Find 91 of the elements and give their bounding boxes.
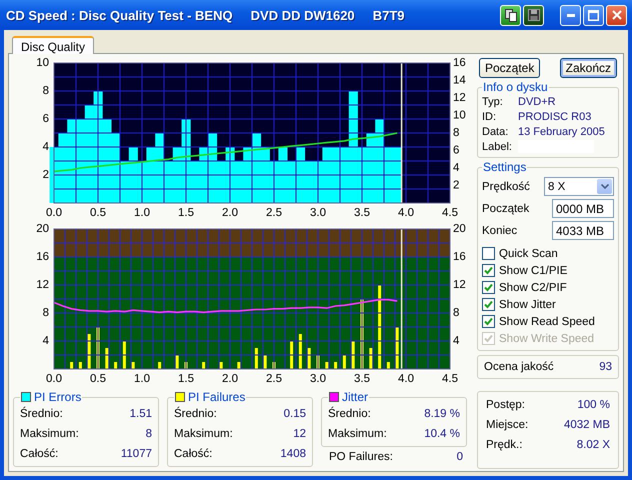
group-title: Info o dysku [482,80,549,94]
x-tick-label: 0.5 [90,373,106,384]
y2-tick-label: 14 [453,74,466,86]
stat-value: 1.51 [130,408,152,420]
x-tick-label: 0.5 [90,207,106,218]
option-label: Show Jitter [499,298,556,310]
stat-value: 1408 [280,448,306,460]
window-title: CD Speed : Disc Quality Test - BENQ DVD DD DW1620 B7T9 [6,8,406,22]
y-tick-label: 8 [42,85,49,97]
stat-label: Całość: [174,448,212,460]
y2-tick-label: 8 [453,307,460,319]
x-tick-label: 3.0 [310,373,326,384]
stat-value: 12 [293,428,306,440]
y-tick-label: 16 [36,251,49,263]
y2-tick-label: 2 [453,180,460,192]
y-tick-label: 2 [42,169,49,181]
stat-label: Maksimum: [174,428,233,440]
x-tick-label: 0.0 [46,373,62,384]
option-label: Show C1/PIE [499,264,568,276]
x-tick-label: 3.0 [310,207,326,218]
y2-tick-label: 10 [453,110,466,122]
field-label: Koniec [482,224,518,236]
stat-value: 0 [456,451,463,463]
x-tick-label: 1.0 [134,207,150,218]
stat-value: 8.19 % [424,408,460,420]
option-label: Show Write Speed [499,332,594,344]
stat-value: 100 % [577,399,610,411]
stat-label: Miejsce: [486,419,528,431]
x-tick-label: 3.5 [354,373,370,384]
info-label: ID: [482,110,498,122]
group-title: Settings [482,160,528,174]
y2-tick-label: 16 [453,57,466,69]
y-tick-label: 4 [42,141,49,153]
x-tick-label: 2.0 [222,373,238,384]
y-tick-label: 8 [42,307,49,319]
info-value: PRODISC R03 [518,110,592,122]
info-value: 13 February 2005 [518,126,606,138]
stat-value: 0.15 [284,408,306,420]
y-tick-label: 6 [42,113,49,125]
stat-label: PO Failures: [329,451,393,463]
stat-label: Maksimum: [328,428,387,440]
y2-tick-label: 12 [453,279,466,291]
x-tick-label: 2.5 [266,373,282,384]
group-title: Jitter [328,390,370,404]
x-tick-label: 2.5 [266,207,282,218]
y2-tick-label: 4 [453,335,460,347]
y2-tick-label: 4 [453,162,460,174]
x-tick-label: 4.5 [442,207,458,218]
info-label: Data: [482,126,510,138]
stat-label: Postęp: [486,399,525,411]
stat-value: 11077 [120,448,152,460]
field-label: Początek [482,202,530,214]
stat-label: Średnio: [174,408,217,420]
stat-value: 8 [146,428,152,440]
x-tick-label: 0.0 [46,207,62,218]
x-tick-label: 3.5 [354,207,370,218]
x-tick-label: 4.0 [398,373,414,384]
info-label: Typ: [482,96,504,108]
y-tick-label: 4 [42,335,49,347]
stat-label: Prędk.: [486,439,522,451]
x-tick-label: 2.0 [222,207,238,218]
y2-tick-label: 12 [453,92,466,104]
quality-value: 93 [599,361,612,373]
y2-tick-label: 20 [453,223,466,235]
x-tick-label: 1.5 [178,373,194,384]
field-label: Prędkość [482,180,530,192]
stat-label: Maksimum: [20,428,79,440]
stat-label: Całość: [20,448,58,460]
info-value: DVD+R [518,96,557,108]
group-title: PI Failures [174,390,246,404]
y-tick-label: 12 [36,279,49,291]
x-tick-label: 4.0 [398,207,414,218]
stat-label: Średnio: [328,408,371,420]
y2-tick-label: 8 [453,127,460,139]
info-label: Label: [482,140,513,152]
group-title: PI Errors [20,390,82,404]
stat-label: Średnio: [20,408,63,420]
option-label: Quick Scan [499,248,558,260]
quality-label: Ocena jakość [484,361,554,373]
option-label: Show Read Speed [499,316,595,328]
x-tick-label: 4.5 [442,373,458,384]
x-tick-label: 1.0 [134,373,150,384]
y2-tick-label: 6 [453,144,460,156]
y-tick-label: 20 [36,223,49,235]
x-tick-label: 1.5 [178,207,194,218]
stat-value: 4032 MB [564,419,610,431]
y2-tick-label: 16 [453,251,466,263]
option-label: Show C2/PIF [499,282,567,294]
stat-value: 8.02 X [576,439,610,451]
y-tick-label: 10 [36,57,49,69]
stat-value: 10.4 % [424,428,460,440]
